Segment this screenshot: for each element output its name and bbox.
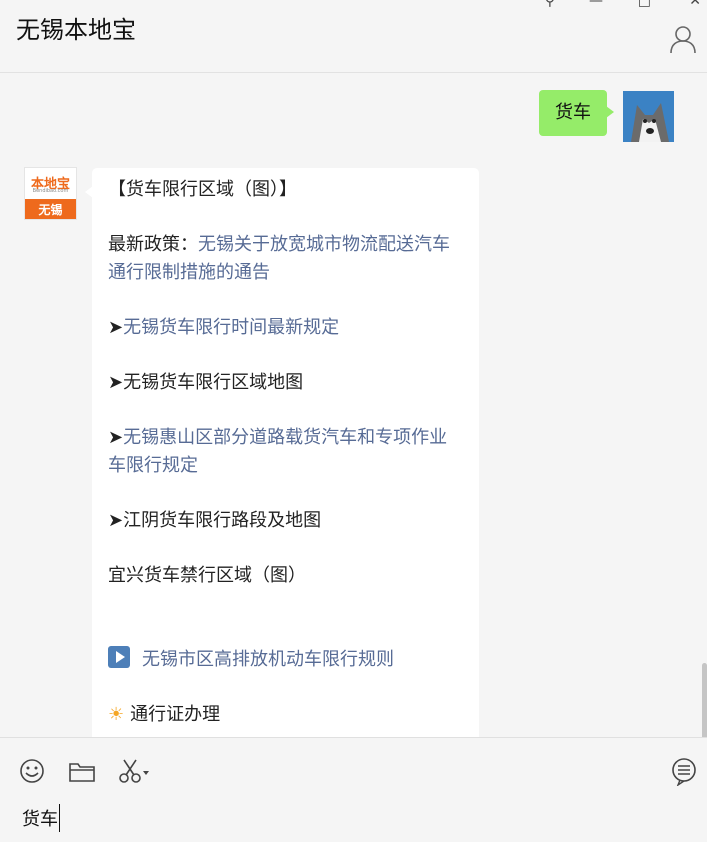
text-caret — [59, 804, 60, 832]
arrow-icon: ➤ — [108, 427, 124, 448]
chat-history-icon[interactable] — [669, 756, 699, 786]
avatar-city-text: 无锡 — [38, 203, 63, 217]
list-item: 无锡市区高排放机动车限行规则 — [108, 646, 463, 674]
truck-area-map-text: 无锡货车限行区域地图 — [123, 372, 304, 393]
permit-text: 通行证办理 — [130, 704, 221, 725]
link-high-emission-rules[interactable]: 无锡市区高排放机动车限行规则 — [142, 649, 394, 670]
yixing-text: 宜兴货车禁行区域（图） — [108, 565, 306, 586]
play-icon — [108, 646, 130, 668]
list-item: ➤无锡货车限行时间最新规定 — [108, 314, 463, 342]
chat-header: 无锡本地宝 ⚲ — □ ✕ — [0, 0, 707, 73]
self-avatar[interactable] — [623, 91, 674, 142]
minimize-icon[interactable]: — — [589, 0, 603, 8]
avatar-bottom: 无锡 — [25, 199, 76, 219]
jiangyin-text: 江阴货车限行路段及地图 — [123, 510, 322, 531]
arrow-icon: ➤ — [108, 510, 124, 531]
chat-title: 无锡本地宝 — [16, 16, 136, 44]
close-icon[interactable]: ✕ — [689, 0, 701, 8]
scissors-icon[interactable] — [116, 756, 150, 786]
list-item: ➤江阴货车限行路段及地图 — [108, 507, 463, 535]
policy-line: 最新政策：无锡关于放宽城市物流配送汽车通行限制措施的通告 — [108, 231, 463, 287]
maximize-icon[interactable]: □ — [638, 0, 651, 8]
self-message-bubble[interactable]: 货车 — [539, 90, 614, 136]
pin-icon[interactable]: ⚲ — [545, 0, 555, 8]
avatar-url-text: Bendibao.com — [32, 188, 69, 194]
list-item: ➤无锡货车限行区域地图 — [108, 369, 463, 397]
arrow-icon: ➤ — [108, 372, 124, 393]
dog-avatar-image — [623, 91, 674, 142]
scrollbar[interactable] — [702, 663, 707, 737]
person-icon[interactable] — [669, 24, 697, 54]
message-input[interactable]: 货车 — [22, 804, 60, 832]
list-item: ☀ 通行证办理 — [108, 701, 463, 729]
avatar-top: 本地宝 Bendibao.com — [25, 168, 76, 199]
link-huishan-rules[interactable]: 无锡惠山区部分道路载货汽车和专项作业车限行规定 — [108, 427, 447, 476]
input-area: 货车 — [0, 737, 707, 842]
message-input-value: 货车 — [22, 809, 58, 830]
folder-icon[interactable] — [67, 756, 97, 786]
policy-prefix: 最新政策： — [108, 234, 198, 255]
sun-icon: ☀ — [108, 704, 125, 725]
list-item: ➤无锡惠山区部分道路载货汽车和专项作业车限行规定 — [108, 424, 463, 480]
emoji-icon[interactable] — [17, 756, 47, 786]
reply-message-bubble: 【货车限行区域（图）】 最新政策：无锡关于放宽城市物流配送汽车通行限制措施的通告… — [85, 168, 479, 737]
arrow-icon: ➤ — [108, 317, 124, 338]
reply-title: 【货车限行区域（图）】 — [108, 179, 297, 200]
self-message[interactable]: 货车 — [539, 90, 614, 136]
link-truck-time-rules[interactable]: 无锡货车限行时间最新规定 — [123, 317, 339, 338]
official-account-avatar[interactable]: 本地宝 Bendibao.com 无锡 — [25, 168, 76, 219]
message-list[interactable]: 货车 本地宝 Bendibao.com 无锡 【货车限行区域（图）】 最新政策：… — [0, 73, 707, 737]
